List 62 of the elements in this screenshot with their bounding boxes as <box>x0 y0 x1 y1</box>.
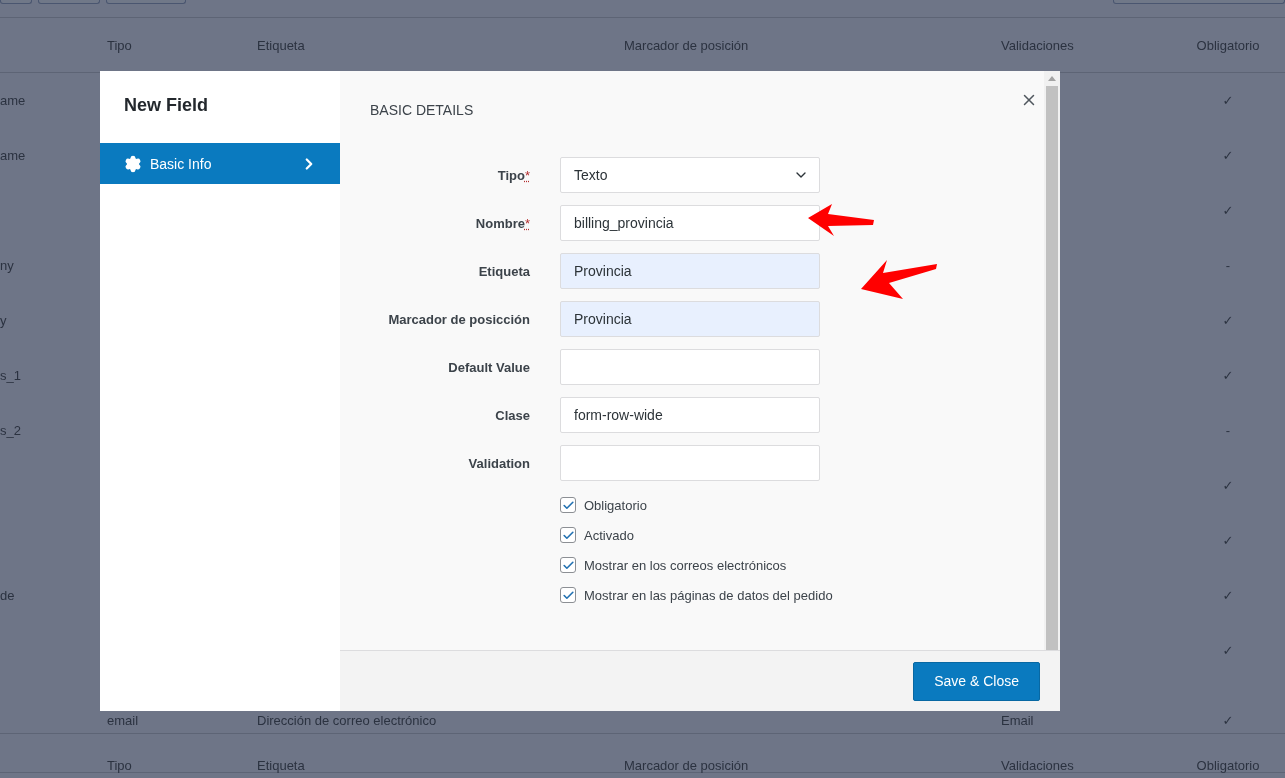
checkbox-label: Activado <box>584 527 634 543</box>
column-header: Marcador de posición <box>624 758 749 773</box>
table-cell: Dirección de correo electrónico <box>257 713 437 728</box>
column-header: Etiqueta <box>257 37 305 53</box>
input-field[interactable]: billing_provincia <box>560 205 820 241</box>
field-label: Tipo* <box>497 167 530 183</box>
column-header: Tipo <box>107 37 132 53</box>
input-field[interactable] <box>560 445 820 481</box>
checkbox-label: Obligatorio <box>584 497 647 513</box>
column-header: Validaciones <box>1001 758 1074 773</box>
type-select[interactable]: Texto <box>560 157 820 193</box>
field-label: Marcador de posicción <box>388 311 530 327</box>
checkbox[interactable] <box>560 497 576 513</box>
table-cell: - <box>1225 423 1231 438</box>
table-cell: ✓ <box>1222 713 1234 728</box>
table-cell: ny <box>0 258 14 273</box>
table-cell: ✓ <box>1222 588 1234 603</box>
settings-icon <box>124 154 142 173</box>
input-field[interactable] <box>560 349 820 385</box>
checkbox-label: Mostrar en los correos electrónicos <box>584 557 787 573</box>
checkbox[interactable] <box>560 587 576 603</box>
arrow-icon <box>859 259 939 301</box>
table-cell: ✓ <box>1222 368 1234 383</box>
column-header: Validaciones <box>1001 37 1074 53</box>
table-cell: y <box>0 313 7 328</box>
table-cell: ✓ <box>1222 533 1234 548</box>
table-cell: ✓ <box>1222 478 1234 493</box>
table-cell: email <box>107 713 139 728</box>
checkbox[interactable] <box>560 557 576 573</box>
input-field[interactable]: form-row-wide <box>560 397 820 433</box>
column-header: Obligatorio <box>1196 758 1260 773</box>
table-cell: ame <box>0 148 26 163</box>
save-button[interactable]: Save & Close <box>913 661 1040 701</box>
checkbox[interactable] <box>560 527 576 543</box>
field-label: Validation <box>468 455 530 471</box>
scrollbar[interactable] <box>1044 71 1060 650</box>
table-cell: ame <box>0 93 26 108</box>
table-cell: ✓ <box>1222 203 1234 218</box>
table-cell: ✓ <box>1222 93 1234 108</box>
table-cell: s_2 <box>0 423 21 438</box>
column-header: Tipo <box>107 758 132 773</box>
table-cell: Email <box>1001 713 1034 728</box>
dialog-title: New Field <box>123 94 209 117</box>
table-cell: ✓ <box>1222 148 1234 163</box>
table-cell: ✓ <box>1222 313 1234 328</box>
field-label: Nombre* <box>475 215 530 231</box>
table-cell: - <box>1225 258 1231 273</box>
column-header: Marcador de posición <box>624 37 749 53</box>
field-label: Default Value <box>448 359 530 375</box>
column-header: Obligatorio <box>1196 37 1260 53</box>
input-field[interactable]: Provincia <box>560 253 820 289</box>
field-label: Etiqueta <box>478 263 530 279</box>
field-label: Clase <box>495 407 530 423</box>
table-cell: ✓ <box>1222 643 1234 658</box>
arrow-icon <box>806 203 876 237</box>
table-cell: s_1 <box>0 368 21 383</box>
sidebar-item[interactable]: Basic Info <box>100 143 340 184</box>
column-header: Etiqueta <box>257 758 305 773</box>
checkbox-label: Mostrar en las páginas de datos del pedido <box>584 587 833 603</box>
section-title: BASIC DETAILS <box>370 102 475 120</box>
table-cell: de <box>0 588 15 603</box>
input-field[interactable]: Provincia <box>560 301 820 337</box>
